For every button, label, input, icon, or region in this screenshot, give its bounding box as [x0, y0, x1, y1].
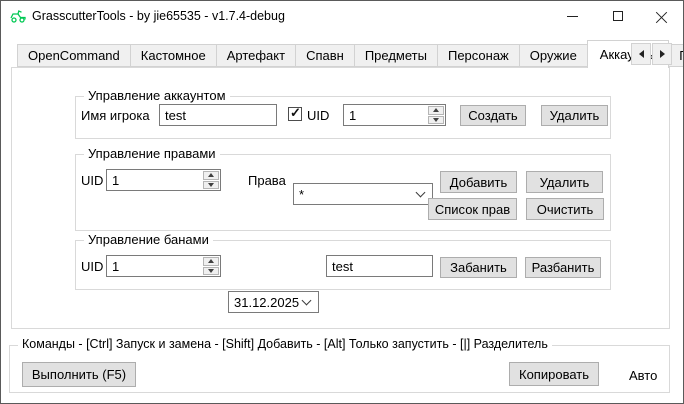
tab-personazh[interactable]: Персонаж	[437, 44, 520, 67]
tab-label: OpenCommand	[28, 48, 120, 63]
minimize-button[interactable]	[549, 1, 595, 31]
copy-command-button[interactable]: Копировать	[509, 362, 599, 386]
account-uid-spinner[interactable]: 1	[343, 104, 446, 126]
permission-uid-value: 1	[107, 170, 203, 190]
maximize-icon	[613, 11, 623, 21]
permission-group-title: Управление правами	[84, 146, 220, 161]
arrow-left-icon	[639, 50, 644, 58]
delete-account-button[interactable]: Удалить	[541, 105, 608, 126]
permission-combobox[interactable]: *	[293, 183, 433, 205]
tab-label: Оружие	[530, 48, 577, 63]
permission-label: Права	[248, 173, 286, 188]
tab-kastomnoe[interactable]: Кастомное	[130, 44, 217, 67]
close-icon	[656, 10, 668, 22]
run-command-button[interactable]: Выполнить (F5)	[22, 362, 136, 387]
ban-group-title: Управление банами	[84, 232, 213, 247]
app-window: GrasscutterTools - by jie65535 - v1.7.4-…	[0, 0, 684, 404]
tab-spavn[interactable]: Спавн	[295, 44, 355, 67]
create-account-button[interactable]: Создать	[460, 105, 526, 126]
spinner-up-icon[interactable]	[203, 257, 219, 266]
ban-date-picker[interactable]: 31.12.2025	[228, 291, 319, 313]
spinner-down-icon[interactable]	[203, 181, 219, 190]
remove-permission-button[interactable]: Удалить	[526, 171, 603, 193]
tab-scroll-left-button[interactable]	[631, 43, 651, 65]
uid-checkbox-label: UID	[307, 108, 329, 123]
arrow-right-icon	[660, 50, 665, 58]
uid-checkbox[interactable]	[288, 107, 302, 121]
tab-scroll-right-button[interactable]	[652, 43, 672, 65]
window-title: GrasscutterTools - by jie65535 - v1.7.4-…	[32, 9, 285, 23]
minimize-icon	[567, 16, 578, 17]
close-button[interactable]	[639, 1, 684, 31]
clear-permissions-button[interactable]: Очистить	[526, 198, 604, 220]
spinner-up-icon[interactable]	[428, 106, 444, 115]
tab-predmety[interactable]: Предметы	[354, 44, 438, 67]
tab-label: Кастомное	[141, 48, 206, 63]
account-group-title: Управление аккаунтом	[84, 88, 230, 103]
permission-uid-label: UID	[81, 173, 103, 188]
ban-reason-input[interactable]: test	[326, 255, 433, 277]
add-permission-button[interactable]: Добавить	[440, 171, 517, 193]
title-bar: GrasscutterTools - by jie65535 - v1.7.4-…	[1, 1, 683, 31]
unban-button[interactable]: Разбанить	[525, 257, 601, 278]
ban-date-value: 31.12.2025	[234, 295, 299, 310]
permission-uid-spinner[interactable]: 1	[106, 169, 221, 191]
spinner-down-icon[interactable]	[428, 116, 444, 125]
maximize-button[interactable]	[595, 1, 641, 31]
chevron-down-icon	[416, 188, 426, 198]
tab-label: Персонаж	[448, 48, 509, 63]
tab-label: Спавн	[306, 48, 344, 63]
player-name-input[interactable]: test	[159, 104, 277, 126]
tab-label: Почта	[679, 48, 684, 63]
ban-button[interactable]: Забанить	[440, 257, 517, 278]
spinner-up-icon[interactable]	[203, 171, 219, 180]
account-uid-value: 1	[344, 105, 428, 125]
ban-uid-label: UID	[81, 259, 103, 274]
tab-artefakt[interactable]: Артефакт	[216, 44, 296, 67]
chevron-down-icon	[302, 296, 312, 306]
player-name-label: Имя игрока	[81, 108, 150, 123]
command-group-title: Команды - [Ctrl] Запуск и замена - [Shif…	[18, 337, 552, 351]
tab-opencommand[interactable]: OpenCommand	[17, 44, 131, 67]
ban-uid-value: 1	[107, 256, 203, 276]
grasscutter-logo-icon	[9, 8, 27, 24]
tab-label: Артефакт	[227, 48, 285, 63]
spinner-down-icon[interactable]	[203, 267, 219, 276]
tab-strip: OpenCommand Кастомное Артефакт Спавн Предмет…	[17, 40, 684, 68]
tab-label: Предметы	[365, 48, 427, 63]
auto-checkbox-label: Авто	[629, 368, 657, 383]
tab-oruzhie[interactable]: Оружие	[519, 44, 588, 67]
ban-uid-spinner[interactable]: 1	[106, 255, 221, 277]
list-permissions-button[interactable]: Список прав	[428, 198, 517, 220]
permission-value: *	[299, 187, 304, 202]
